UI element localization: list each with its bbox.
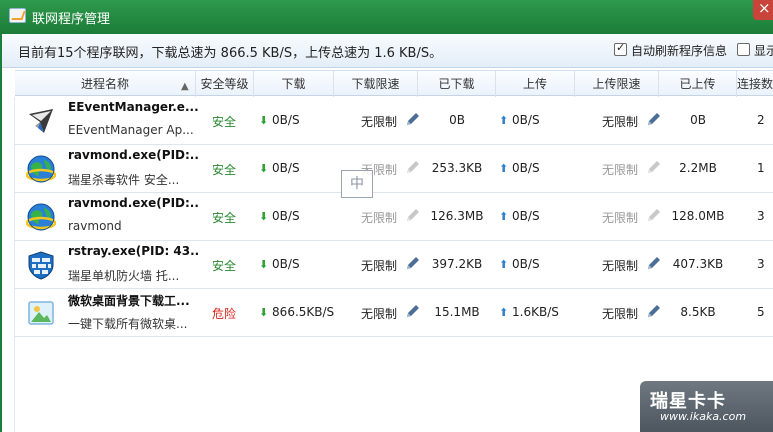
upload-speed: ⬆ 0B/S [499, 257, 540, 271]
column-downloaded[interactable]: 已下载 [418, 71, 496, 97]
process-name: EEventManager.e... [68, 100, 198, 114]
uploaded-amount: 128.0MB [671, 209, 725, 223]
column-download[interactable]: 下载 [254, 71, 334, 97]
download-limit: 无限制 [361, 259, 398, 273]
main-window: 目前有15个程序联网，下载总速为 866.5 KB/S，上传总速为 1.6 KB… [2, 34, 773, 432]
upload-limit: 无限制 [602, 163, 639, 177]
column-uploaded[interactable]: 已上传 [659, 71, 737, 97]
connection-count: 5 [757, 305, 765, 319]
process-description: 一键下载所有微软桌... [68, 317, 188, 331]
title-bar: 联网程序管理 [0, 0, 773, 34]
connection-count: 3 [757, 257, 765, 271]
upload-arrow-icon: ⬆ [499, 162, 509, 175]
download-arrow-icon: ⬇ [259, 306, 269, 319]
upload-limit: 无限制 [602, 115, 639, 129]
process-description: 瑞星杀毒软件 安全... [68, 173, 180, 187]
summary-text: 目前有15个程序联网，下载总速为 866.5 KB/S，上传总速为 1.6 KB… [18, 46, 443, 61]
upload-limit: 无限制 [602, 259, 639, 273]
upload-speed: ⬆ 0B/S [499, 209, 540, 223]
upload-speed: ⬆ 1.6KB/S [499, 305, 559, 319]
watermark-logo: 瑞星卡卡 www.ikaka.com [640, 381, 773, 432]
connection-count: 2 [757, 113, 765, 127]
download-limit: 无限制 [361, 307, 398, 321]
app-icon [9, 8, 26, 23]
table-row[interactable]: rstray.exe(PID: 43... 瑞星单机防火墙 托... 安全 ⬇ 0B/… [15, 241, 773, 289]
column-download-limit[interactable]: 下载限速 [334, 71, 418, 97]
safety-level: 安全 [212, 211, 237, 225]
process-description: 瑞星单机防火墙 托... [68, 269, 180, 283]
safety-level: 安全 [212, 259, 237, 273]
download-speed: ⬇ 866.5KB/S [259, 305, 335, 319]
download-arrow-icon: ⬇ [259, 114, 269, 127]
download-speed: ⬇ 0B/S [259, 209, 300, 223]
downloaded-amount: 126.3MB [430, 209, 484, 223]
upload-arrow-icon: ⬆ [499, 210, 509, 223]
download-limit: 无限制 [361, 115, 398, 129]
show-label: 显示 [754, 44, 773, 58]
ime-indicator: 中 [341, 170, 373, 198]
table-row[interactable]: ravmond.exe(PID:... ravmond 安全 ⬇ 0B/S 无限制 126… [15, 193, 773, 241]
auto-refresh-label: 自动刷新程序信息 [631, 44, 728, 58]
uploaded-amount: 407.3KB [672, 257, 724, 271]
upload-speed: ⬆ 0B/S [499, 113, 540, 127]
download-limit: 无限制 [361, 211, 398, 225]
table-row[interactable]: EEventManager.e... EEventManager Ap... 安全 ⬇… [15, 97, 773, 145]
process-name: rstray.exe(PID: 43... [68, 244, 198, 258]
process-name: 微软桌面背景下载工... [68, 294, 190, 308]
safety-level: 安全 [212, 115, 237, 129]
uploaded-amount: 2.2MB [679, 161, 717, 175]
downloaded-amount: 15.1MB [434, 305, 480, 319]
auto-refresh-checkbox[interactable] [614, 41, 627, 56]
show-checkbox[interactable] [737, 43, 750, 56]
eeventmanager-icon [26, 106, 56, 136]
wallpaper-downloader-icon [26, 298, 56, 328]
connection-count: 3 [757, 209, 765, 223]
download-speed: ⬇ 0B/S [259, 161, 300, 175]
process-description: ravmond [68, 219, 122, 233]
column-upload-limit[interactable]: 上传限速 [575, 71, 659, 97]
upload-arrow-icon: ⬆ [499, 306, 509, 319]
process-name: ravmond.exe(PID:... [68, 196, 198, 210]
left-margin [2, 97, 15, 432]
window-title: 联网程序管理 [32, 12, 111, 27]
ravmond-globe-icon [25, 154, 57, 184]
summary-bar: 目前有15个程序联网，下载总速为 866.5 KB/S，上传总速为 1.6 KB… [2, 34, 773, 68]
process-description: EEventManager Ap... [68, 123, 194, 137]
downloaded-amount: 397.2KB [431, 257, 483, 271]
safety-level: 安全 [212, 163, 237, 177]
upload-speed: ⬆ 0B/S [499, 161, 540, 175]
connection-count: 1 [757, 161, 765, 175]
table-header: 进程名称 ▲ 安全等级 下载 下载限速 已下载 上传 上传限速 已上传 连接数 [15, 70, 773, 97]
uploaded-amount: 8.5KB [680, 305, 716, 319]
upload-limit: 无限制 [602, 307, 639, 321]
firewall-shield-icon [26, 250, 56, 280]
watermark-url: www.ikaka.com [660, 410, 747, 423]
upload-arrow-icon: ⬆ [499, 114, 509, 127]
column-upload[interactable]: 上传 [496, 71, 575, 97]
downloaded-amount: 253.3KB [431, 161, 483, 175]
safety-level: 危险 [212, 307, 237, 321]
column-process-name[interactable]: 进程名称 ▲ [15, 71, 196, 97]
download-arrow-icon: ⬇ [259, 162, 269, 175]
column-connections[interactable]: 连接数 [737, 71, 773, 97]
process-name: ravmond.exe(PID:... [68, 148, 198, 162]
upload-limit: 无限制 [602, 211, 639, 225]
download-arrow-icon: ⬇ [259, 258, 269, 271]
close-button[interactable] [753, 0, 773, 20]
download-speed: ⬇ 0B/S [259, 257, 300, 271]
upload-arrow-icon: ⬆ [499, 258, 509, 271]
column-safety[interactable]: 安全等级 [196, 71, 254, 97]
download-speed: ⬇ 0B/S [259, 113, 300, 127]
download-arrow-icon: ⬇ [259, 210, 269, 223]
uploaded-amount: 0B [690, 113, 706, 127]
downloaded-amount: 0B [449, 113, 465, 127]
table-row[interactable]: ravmond.exe(PID:... 瑞星杀毒软件 安全... 安全 ⬇ 0B/S 无… [15, 145, 773, 193]
table-row[interactable]: 微软桌面背景下载工... 一键下载所有微软桌... 危险 ⬇ 866.5KB/S 无限制… [15, 289, 773, 337]
ravmond-globe-icon [25, 202, 57, 232]
